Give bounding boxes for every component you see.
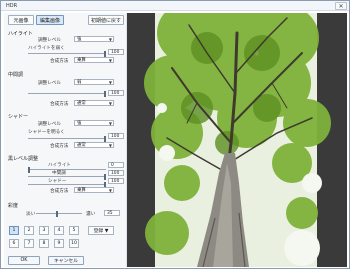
midtone-adjust-label: 調整レベル [38, 81, 61, 86]
shadow-section-label: シャドー [8, 114, 29, 120]
slider-thumb[interactable] [104, 174, 106, 180]
preset-button-8[interactable]: 8 [39, 239, 49, 248]
saturation-slider[interactable] [36, 211, 82, 217]
ok-button[interactable]: OK [8, 256, 40, 265]
shadow-adjust-value: 強 [77, 121, 82, 126]
blacklevel-midtone-field[interactable]: 100 [108, 170, 124, 176]
blacklevel-blend-select[interactable]: 乗算 ▼ [74, 187, 114, 193]
saturation-section-label: 彩度 [8, 203, 19, 209]
slider-thumb[interactable] [56, 211, 58, 217]
midtone-blend-label: 合成方法 [50, 102, 69, 107]
title-bar: HDR ✕ [1, 1, 349, 11]
midtone-adjust-value: 弱 [77, 80, 82, 85]
preset-button-10[interactable]: 10 [69, 239, 79, 248]
blacklevel-shadow-field[interactable]: 100 [108, 178, 124, 184]
blacklevel-midtone-slider[interactable] [28, 174, 106, 180]
highlight-blend-value: 乗算 [77, 58, 86, 63]
blacklevel-blend-value: 乗算 [77, 188, 86, 193]
midtone-blend-select[interactable]: 通常 ▼ [74, 100, 114, 106]
blacklevel-section-label: 黒レベル調整 [8, 156, 39, 162]
shadow-blend-select[interactable]: 通常 ▼ [74, 142, 114, 148]
slider-track [28, 169, 106, 170]
highlight-adjust-label: 調整レベル [38, 38, 61, 43]
highlight-adjust-value: 強 [77, 37, 82, 42]
highlight-blend-select[interactable]: 乗算 ▼ [74, 57, 114, 63]
slider-track [28, 53, 106, 54]
window-title: HDR [6, 3, 18, 9]
saturation-high-label: 濃い [86, 212, 96, 217]
preset-button-7[interactable]: 7 [24, 239, 34, 248]
tab-edited-image[interactable]: 編集画像 [36, 15, 64, 25]
slider-track [28, 184, 106, 185]
highlight-section-label: ハイライト [8, 31, 33, 37]
slider-track [36, 213, 82, 214]
chevron-down-icon: ▼ [108, 80, 112, 85]
slider-track [28, 176, 106, 177]
blacklevel-highlight-field[interactable]: 0 [108, 162, 124, 168]
chevron-down-icon: ▼ [108, 143, 112, 148]
reset-button[interactable]: 初期値に戻す [88, 15, 124, 25]
shadow-soften-field[interactable]: 100 [108, 133, 124, 139]
preset-save-button[interactable]: 登録 ▼ [88, 226, 114, 235]
preset-button-1[interactable]: 1 [9, 226, 19, 235]
midtone-section-label: 中間調 [8, 72, 24, 78]
slider-thumb[interactable] [104, 91, 106, 97]
midtone-blend-value: 通常 [77, 101, 86, 106]
tree-photo [144, 13, 331, 267]
chevron-down-icon: ▼ [108, 121, 112, 126]
midtone-slider[interactable] [28, 91, 106, 97]
chevron-down-icon: ▼ [108, 101, 112, 106]
preset-button-9[interactable]: 9 [54, 239, 64, 248]
chevron-down-icon: ▼ [108, 188, 112, 193]
slider-track [28, 138, 106, 139]
settings-panel: 元画像 編集画像 初期値に戻す ハイライト 調整レベル 強 ▼ ハイライトを弱く… [4, 13, 127, 267]
slider-track [28, 93, 106, 94]
highlight-blend-label: 合成方法 [50, 59, 69, 64]
blacklevel-highlight-slider[interactable] [28, 167, 106, 173]
midtone-adjust-select[interactable]: 弱 ▼ [74, 79, 114, 85]
chevron-down-icon: ▼ [108, 58, 112, 63]
close-button[interactable]: ✕ [335, 2, 347, 10]
preset-button-4[interactable]: 4 [54, 226, 64, 235]
shadow-adjust-select[interactable]: 強 ▼ [74, 120, 114, 126]
tab-original-image[interactable]: 元画像 [8, 15, 34, 25]
saturation-field[interactable]: 35 [104, 210, 120, 216]
shadow-blend-value: 通常 [77, 143, 86, 148]
hdr-dialog: HDR ✕ 元画像 編集画像 初期値に戻す ハイライト 調整レベル 強 ▼ ハイ… [0, 0, 350, 269]
chevron-down-icon: ▼ [108, 37, 112, 42]
saturation-low-label: 淡い [26, 212, 36, 217]
blacklevel-blend-label: 合成方法 [50, 189, 69, 194]
image-preview [127, 13, 347, 267]
slider-thumb[interactable] [28, 167, 30, 173]
preset-button-3[interactable]: 3 [39, 226, 49, 235]
cancel-button[interactable]: キャンセル [48, 256, 84, 265]
highlight-soften-field[interactable]: 100 [108, 49, 124, 55]
shadow-adjust-label: 調整レベル [38, 122, 61, 127]
preset-button-2[interactable]: 2 [24, 226, 34, 235]
preset-button-5[interactable]: 5 [69, 226, 79, 235]
shadow-blend-label: 合成方法 [50, 144, 69, 149]
highlight-adjust-select[interactable]: 強 ▼ [74, 36, 114, 42]
midtone-field[interactable]: 100 [108, 90, 124, 96]
shadow-soften-label: シャドーを明るく [28, 130, 65, 135]
preset-button-6[interactable]: 6 [9, 239, 19, 248]
close-icon: ✕ [338, 2, 344, 10]
